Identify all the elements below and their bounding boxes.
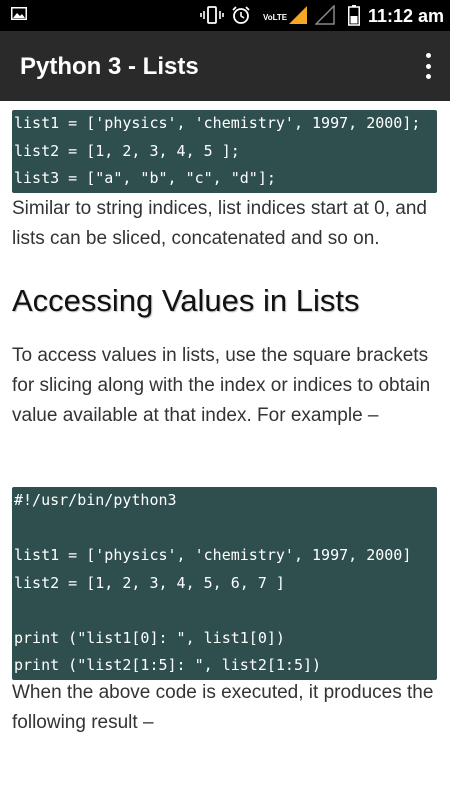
- overflow-menu-icon[interactable]: [420, 53, 436, 79]
- code-line: print ("list1[0]: ", list1[0]): [14, 628, 285, 647]
- section-heading: Accessing Values in Lists: [12, 283, 360, 318]
- signal-icon: [289, 6, 307, 24]
- paragraph: Similar to string indices, list indices …: [12, 198, 428, 249]
- status-bar: VoLTE 11:12 am: [0, 0, 450, 31]
- signal-empty-icon: [315, 5, 335, 25]
- alarm-icon: [232, 6, 250, 24]
- gallery-icon: [11, 7, 27, 20]
- battery-icon: [348, 5, 360, 26]
- code-line: list2 = [1, 2, 3, 4, 5, 6, 7 ]: [14, 573, 285, 592]
- code-block: list1 = ['physics', 'chemistry', 1997, 2…: [12, 110, 437, 193]
- page-title: Python 3 - Lists: [20, 53, 199, 80]
- vibrate-icon: [200, 6, 224, 24]
- code-line: list3 = ["a", "b", "c", "d"];: [14, 169, 276, 187]
- app-bar: Python 3 - Lists: [0, 31, 450, 101]
- paragraph: When the above code is executed, it prod…: [12, 682, 434, 733]
- code-line: list2 = [1, 2, 3, 4, 5 ];: [14, 141, 240, 160]
- code-block: #!/usr/bin/python3 list1 = ['physics', '…: [12, 487, 437, 680]
- status-time: 11:12 am: [367, 6, 444, 26]
- code-line: #!/usr/bin/python3: [14, 491, 177, 509]
- code-line: print ("list2[1:5]: ", list2[1:5]): [14, 656, 322, 674]
- volte-label: VoLTE: [263, 13, 288, 22]
- code-line: list1 = ['physics', 'chemistry', 1997, 2…: [14, 546, 412, 564]
- paragraph: To access values in lists, use the squar…: [12, 345, 431, 426]
- code-line: list1 = ['physics', 'chemistry', 1997, 2…: [14, 114, 421, 132]
